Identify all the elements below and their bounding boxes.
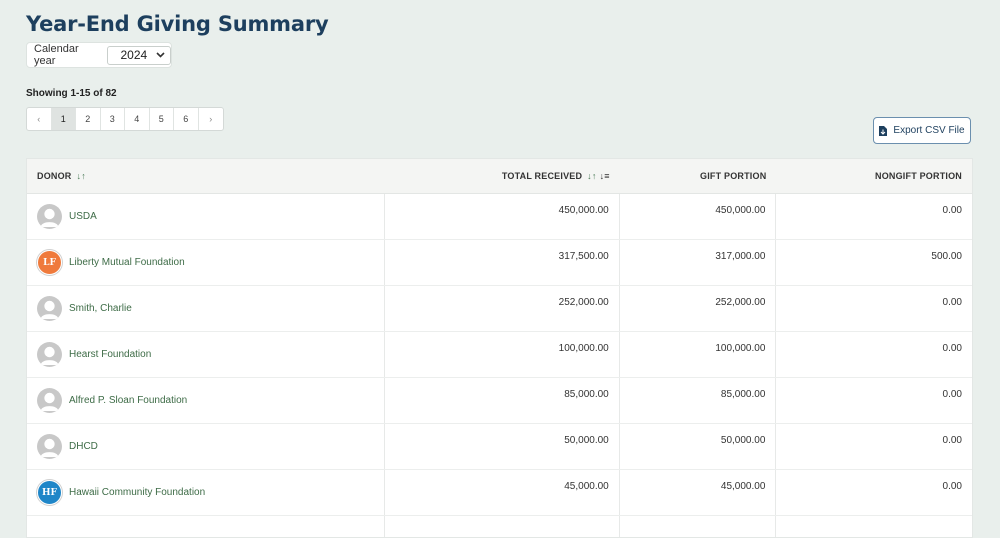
- pagination-prev-button[interactable]: ‹: [27, 108, 52, 130]
- table-header: DONOR ↓↑ TOTAL RECEIVED ↓↑ ↓≡ GIFT PORTION …: [27, 159, 972, 194]
- nongift-portion-cell: 0.00: [942, 481, 962, 492]
- donor-cell: USDA: [27, 194, 386, 239]
- column-header-total-received[interactable]: TOTAL RECEIVED ↓↑ ↓≡: [385, 171, 620, 181]
- column-header-nongift-portion: NONGIFT PORTION: [776, 171, 972, 181]
- table-row: USDA 450,000.00 450,000.00 0.00: [27, 194, 972, 240]
- table-body: USDA 450,000.00 450,000.00 0.00 LF Liberty Mu…: [27, 194, 972, 537]
- giving-table: DONOR ↓↑ TOTAL RECEIVED ↓↑ ↓≡ GIFT PORTION …: [26, 158, 973, 538]
- person-icon: [37, 342, 62, 367]
- nongift-portion-cell: 500.00: [931, 251, 962, 262]
- table-row: HF Hawaii Community Foundation 45,000.00 45…: [27, 470, 972, 516]
- pagination-page-5[interactable]: 5: [150, 108, 174, 130]
- donor-link[interactable]: DHCD: [69, 441, 98, 452]
- pagination-page-4[interactable]: 4: [125, 108, 150, 130]
- results-count: Showing 1-15 of 82: [26, 88, 117, 99]
- donor-cell: Alfred P. Sloan Foundation: [27, 378, 386, 423]
- nongift-portion-cell: 0.00: [942, 297, 962, 308]
- total-received-cell: 450,000.00: [385, 194, 620, 239]
- nongift-portion-cell: 0.00: [942, 435, 962, 446]
- person-icon: [37, 296, 62, 321]
- gift-portion-cell: 252,000.00: [620, 286, 777, 331]
- sort-icon: ↓↑: [587, 171, 597, 181]
- calendar-year-filter: Calendar year 2024: [26, 42, 172, 68]
- gift-portion-cell: 45,000.00: [620, 470, 777, 515]
- table-row: Alfred P. Sloan Foundation 85,000.00 85,00…: [27, 378, 972, 424]
- table-row: Hearst Foundation 100,000.00 100,000.00 0.0…: [27, 332, 972, 378]
- total-received-cell: 252,000.00: [385, 286, 620, 331]
- gift-portion-cell: [620, 516, 777, 537]
- person-icon: [37, 204, 62, 229]
- column-header-gift-portion: GIFT PORTION: [620, 171, 777, 181]
- donor-link[interactable]: Liberty Mutual Foundation: [69, 257, 185, 268]
- nongift-portion-cell: 0.00: [942, 389, 962, 400]
- donor-cell: Smith, Charlie: [27, 286, 386, 331]
- avatar: LF: [37, 250, 62, 275]
- pagination-next-button[interactable]: ›: [199, 108, 224, 130]
- export-csv-button[interactable]: Export CSV File: [873, 117, 971, 144]
- gift-portion-cell: 50,000.00: [620, 424, 777, 469]
- pagination-page-1[interactable]: 1: [51, 108, 76, 130]
- avatar: HF: [37, 480, 62, 505]
- gift-portion-cell: 317,000.00: [620, 240, 777, 285]
- gift-portion-cell: 100,000.00: [620, 332, 777, 377]
- nongift-portion-cell: 0.00: [942, 343, 962, 354]
- sort-desc-icon: ↓≡: [599, 171, 610, 181]
- total-received-cell: 50,000.00: [385, 424, 620, 469]
- page-title: Year-End Giving Summary: [26, 12, 329, 36]
- calendar-year-value: 2024: [120, 48, 148, 62]
- total-received-cell: 317,500.00: [385, 240, 620, 285]
- donor-link[interactable]: Hawaii Community Foundation: [69, 487, 205, 498]
- pagination-page-3[interactable]: 3: [101, 108, 125, 130]
- donor-cell: Hearst Foundation: [27, 332, 386, 377]
- total-received-cell: 100,000.00: [385, 332, 620, 377]
- export-csv-label: Export CSV File: [893, 125, 965, 136]
- total-received-cell: [385, 516, 620, 537]
- calendar-year-select[interactable]: 2024: [107, 45, 171, 65]
- donor-cell: DHCD: [27, 424, 386, 469]
- column-header-gift-label: GIFT PORTION: [700, 171, 767, 181]
- table-row: LF Liberty Mutual Foundation 317,500.00 317…: [27, 240, 972, 286]
- table-row: DHCD 50,000.00 50,000.00 0.00: [27, 424, 972, 470]
- table-row: Smith, Charlie 252,000.00 252,000.00 0.00: [27, 286, 972, 332]
- pagination-page-6[interactable]: 6: [174, 108, 199, 130]
- gift-portion-cell: 450,000.00: [620, 194, 777, 239]
- donor-link[interactable]: Hearst Foundation: [69, 349, 151, 360]
- donor-link[interactable]: Alfred P. Sloan Foundation: [69, 395, 187, 406]
- gift-portion-cell: 85,000.00: [620, 378, 777, 423]
- chevron-down-icon: [156, 50, 165, 61]
- donor-link[interactable]: Smith, Charlie: [69, 303, 132, 314]
- nongift-portion-cell: 0.00: [942, 205, 962, 216]
- nongift-portion-cell: [776, 516, 972, 537]
- total-received-cell: 45,000.00: [385, 470, 620, 515]
- file-icon: [879, 125, 888, 136]
- pagination-page-2[interactable]: 2: [76, 108, 101, 130]
- calendar-year-label: Calendar year: [34, 43, 79, 67]
- person-icon: [37, 388, 62, 413]
- total-received-cell: 85,000.00: [385, 378, 620, 423]
- donor-cell: HF Hawaii Community Foundation: [27, 470, 386, 515]
- donor-cell: LF Liberty Mutual Foundation: [27, 240, 386, 285]
- person-icon: [37, 434, 62, 459]
- donor-cell: [27, 516, 386, 537]
- column-header-donor-label: DONOR: [37, 171, 72, 181]
- column-header-nongift-label: NONGIFT PORTION: [875, 171, 962, 181]
- pagination: ‹ 1 2 3 4 5 6 ›: [26, 107, 224, 131]
- table-row: [27, 516, 972, 537]
- column-header-total-label: TOTAL RECEIVED: [501, 171, 583, 181]
- donor-link[interactable]: USDA: [69, 211, 97, 222]
- sort-icon: ↓↑: [76, 171, 86, 181]
- column-header-donor[interactable]: DONOR ↓↑: [27, 171, 385, 181]
